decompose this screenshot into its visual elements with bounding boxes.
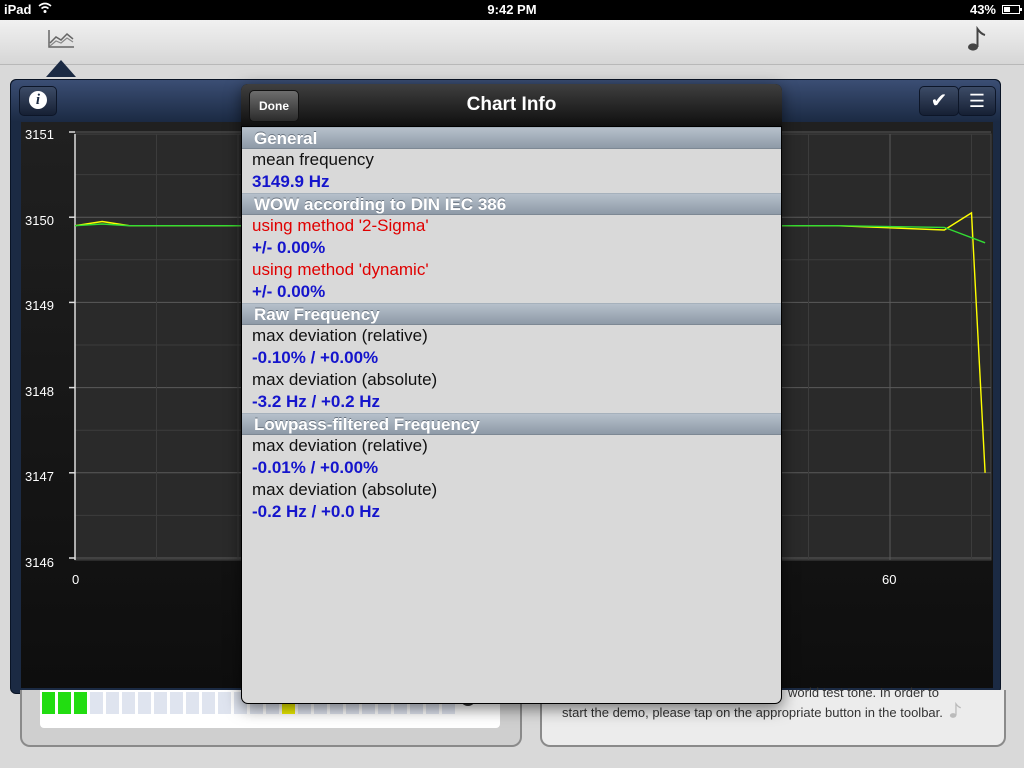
info-value: +/- 0.00% [252,238,326,257]
y-tick-label: 3150 [25,213,54,228]
info-value: -0.2 Hz / +0.0 Hz [252,502,381,521]
level-segment [138,692,151,714]
y-tick-label: 3151 [25,127,54,142]
popover-arrow [46,60,76,77]
info-label: mean frequency [252,150,374,169]
level-segment [202,692,215,714]
x-tick-label: 60 [882,572,897,587]
level-segment [74,692,87,714]
level-segment [218,692,231,714]
info-value: -0.10% / +0.00% [252,348,379,367]
level-segment [58,692,71,714]
line-chart-icon[interactable] [46,28,76,50]
list-button[interactable]: ☰ [958,86,996,116]
top-toolbar [0,20,1024,65]
info-label: max deviation (absolute) [252,480,438,499]
y-tick-label: 3149 [25,298,54,313]
description-text-line2: start the demo, please tap on the approp… [562,705,943,720]
info-label: using method 'dynamic' [252,260,429,279]
music-note-icon[interactable] [964,26,988,54]
x-tick-label: 0 [72,572,80,587]
level-segment [42,692,55,714]
info-label: using method '2-Sigma' [252,216,429,235]
status-time: 9:42 PM [487,2,537,17]
section-header: Raw Frequency [242,303,781,325]
level-segment [154,692,167,714]
popover-header: Done Chart Info [241,84,782,126]
info-value: 3149.9 Hz [252,172,330,191]
status-bar: iPad 9:42 PM 43% [0,0,1024,20]
y-tick-label: 3148 [25,384,54,399]
info-value: -3.2 Hz / +0.2 Hz [252,392,381,411]
list-icon: ☰ [968,91,986,111]
level-segment [186,692,199,714]
checkmark-button[interactable]: ✔ [919,86,959,116]
checkmark-icon: ✔ [930,90,948,112]
level-segment [170,692,183,714]
popover-title: Chart Info [466,94,557,115]
level-segment [106,692,119,714]
description-text: start the demo, please tap on the approp… [562,701,982,723]
level-segment [90,692,103,714]
y-tick-label: 3146 [25,555,54,570]
info-label: max deviation (relative) [252,436,428,455]
info-button[interactable]: i [19,86,57,116]
battery-icon [1002,5,1022,14]
info-icon: i [29,91,47,109]
chart-info-list[interactable]: General mean frequency 3149.9 Hz WOW acc… [242,127,781,703]
section-header: WOW according to DIN IEC 386 [242,193,781,215]
info-value: -0.01% / +0.00% [252,458,379,477]
info-label: max deviation (absolute) [252,370,438,389]
info-value: +/- 0.00% [252,282,326,301]
level-segment [122,692,135,714]
description-text-line1: world test tone. In order to [788,685,940,700]
info-label: max deviation (relative) [252,326,428,345]
chart-info-popover: Done Chart Info General mean frequency 3… [241,84,782,704]
section-header: Lowpass-filtered Frequency [242,413,781,435]
section-header: General [242,127,781,149]
battery-percent: 43% [969,2,996,17]
music-note-icon [949,701,961,718]
y-tick-label: 3147 [25,469,54,484]
